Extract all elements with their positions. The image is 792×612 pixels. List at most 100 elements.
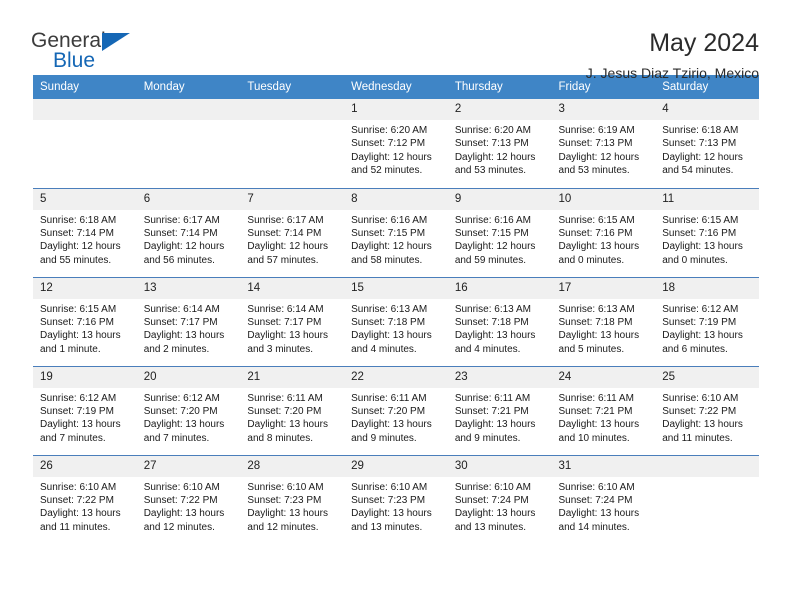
day-details: Sunrise: 6:18 AM Sunset: 7:14 PM Daylight:… [33,210,137,268]
sunrise-text: Sunrise: 6:15 AM [558,214,635,226]
calendar-day-cell[interactable]: 26 Sunrise: 6:10 AM Sunset: 7:22 PM Dayligh… [33,454,137,544]
sunrise-text: Sunrise: 6:10 AM [558,481,635,493]
logo-text-general: General [31,29,106,52]
day-details: Sunrise: 6:13 AM Sunset: 7:18 PM Daylight:… [552,299,656,357]
calendar-day-cell[interactable]: 10 Sunrise: 6:15 AM Sunset: 7:16 PM Dayligh… [551,187,656,277]
sunset-text: Sunset: 7:16 PM [558,227,633,239]
sunrise-text: Sunrise: 6:11 AM [558,392,634,404]
day-number: 11 [655,188,759,210]
daylight-text-line1: Daylight: 13 hours [40,508,121,520]
day-number: 24 [551,366,656,388]
calendar-day-cell[interactable]: 1 Sunrise: 6:20 AM Sunset: 7:12 PM Daylight… [344,99,448,188]
day-number: 10 [551,188,656,210]
calendar-day-cell[interactable]: 28 Sunrise: 6:10 AM Sunset: 7:23 PM Dayligh… [240,454,345,544]
calendar-day-cell[interactable]: 30 Sunrise: 6:10 AM Sunset: 7:24 PM Dayligh… [447,454,552,544]
daylight-text-line1: Daylight: 13 hours [662,330,743,342]
day-number: 29 [344,455,448,477]
calendar-day-cell[interactable]: 27 Sunrise: 6:10 AM Sunset: 7:22 PM Dayligh… [136,454,241,544]
sunrise-text: Sunrise: 6:18 AM [40,214,117,226]
daylight-text-line1: Daylight: 12 hours [454,241,536,253]
calendar-day-cell[interactable]: 29 Sunrise: 6:10 AM Sunset: 7:23 PM Dayligh… [344,454,448,544]
general-blue-logo[interactable]: General Blue [31,28,141,74]
day-details: Sunrise: 6:13 AM Sunset: 7:18 PM Daylight:… [344,299,448,357]
calendar-day-cell[interactable]: 7 Sunrise: 6:17 AM Sunset: 7:14 PM Daylight… [240,187,345,277]
day-details: Sunrise: 6:17 AM Sunset: 7:14 PM Daylight:… [137,210,241,268]
day-number [136,99,241,120]
daylight-text-line2: and 12 minutes. [143,521,215,533]
calendar-page: General Blue May 2024 J. Jesus Diaz Tzir… [0,0,792,612]
daylight-text-line2: and 2 minutes. [143,343,210,355]
calendar-day-cell[interactable]: 14 Sunrise: 6:14 AM Sunset: 7:17 PM Dayligh… [240,276,345,366]
calendar-day-cell[interactable]: 2 Sunrise: 6:20 AM Sunset: 7:13 PM Daylight… [447,99,552,188]
sunset-text: Sunset: 7:13 PM [558,138,633,150]
calendar-day-cell[interactable]: 20 Sunrise: 6:12 AM Sunset: 7:20 PM Dayligh… [136,365,241,455]
calendar-day-cell[interactable]: 25 Sunrise: 6:10 AM Sunset: 7:22 PM Dayligh… [655,365,759,455]
calendar-day-cell[interactable]: 13 Sunrise: 6:14 AM Sunset: 7:17 PM Dayligh… [136,276,241,366]
sunset-text: Sunset: 7:20 PM [143,405,218,417]
daylight-text-line2: and 13 minutes. [454,521,526,533]
calendar-day-cell-empty [33,99,137,188]
day-number: 8 [344,188,448,210]
calendar-day-cell[interactable]: 5 Sunrise: 6:18 AM Sunset: 7:14 PM Daylight… [33,187,137,277]
daylight-text-line1: Daylight: 13 hours [247,330,329,342]
sunset-text: Sunset: 7:15 PM [351,227,426,239]
calendar-day-cell[interactable]: 15 Sunrise: 6:13 AM Sunset: 7:18 PM Dayligh… [344,276,448,366]
daylight-text-line2: and 9 minutes. [454,432,521,444]
day-number: 3 [551,99,656,120]
sunrise-text: Sunrise: 6:12 AM [40,392,117,404]
daylight-text-line2: and 59 minutes. [454,254,526,266]
calendar-day-cell[interactable]: 17 Sunrise: 6:13 AM Sunset: 7:18 PM Dayligh… [551,276,656,366]
day-number [33,99,137,120]
calendar-day-cell[interactable]: 19 Sunrise: 6:12 AM Sunset: 7:19 PM Dayligh… [33,365,137,455]
daylight-text-line1: Daylight: 13 hours [454,508,536,520]
daylight-text-line1: Daylight: 12 hours [351,241,432,253]
calendar-day-cell[interactable]: 11 Sunrise: 6:15 AM Sunset: 7:16 PM Dayligh… [655,187,759,277]
title-block: May 2024 J. Jesus Diaz Tzirio, Mexico [586,28,759,82]
daylight-text-line2: and 53 minutes. [558,165,630,177]
sunset-text: Sunset: 7:18 PM [351,316,426,328]
calendar-day-cell[interactable]: 21 Sunrise: 6:11 AM Sunset: 7:20 PM Dayligh… [240,365,345,455]
daylight-text-line1: Daylight: 13 hours [558,241,640,253]
daylight-text-line1: Daylight: 13 hours [454,419,536,431]
day-details: Sunrise: 6:10 AM Sunset: 7:22 PM Daylight:… [137,477,241,535]
day-number: 7 [240,188,345,210]
daylight-text-line1: Daylight: 12 hours [351,151,432,163]
sunset-text: Sunset: 7:24 PM [454,494,529,506]
daylight-text-line1: Daylight: 13 hours [351,508,432,520]
sunrise-text: Sunrise: 6:11 AM [247,392,323,404]
daylight-text-line1: Daylight: 13 hours [40,330,121,342]
day-number: 16 [447,277,552,299]
sunrise-text: Sunrise: 6:10 AM [40,481,117,493]
day-details: Sunrise: 6:12 AM Sunset: 7:20 PM Daylight:… [137,388,241,446]
calendar-day-cell[interactable]: 4 Sunrise: 6:18 AM Sunset: 7:13 PM Daylight… [655,99,759,188]
calendar-day-cell[interactable]: 16 Sunrise: 6:13 AM Sunset: 7:18 PM Dayligh… [447,276,552,366]
calendar-day-cell[interactable]: 3 Sunrise: 6:19 AM Sunset: 7:13 PM Daylight… [551,99,656,188]
calendar-day-cell[interactable]: 22 Sunrise: 6:11 AM Sunset: 7:20 PM Dayligh… [344,365,448,455]
calendar-day-cell[interactable]: 23 Sunrise: 6:11 AM Sunset: 7:21 PM Dayligh… [447,365,552,455]
daylight-text-line2: and 9 minutes. [351,432,417,444]
day-number: 6 [136,188,241,210]
calendar-week-row: 19 Sunrise: 6:12 AM Sunset: 7:19 PM Dayligh… [33,365,759,455]
day-number: 25 [655,366,759,388]
day-number [240,99,345,120]
day-details: Sunrise: 6:16 AM Sunset: 7:15 PM Daylight:… [448,210,552,268]
calendar-day-cell[interactable]: 9 Sunrise: 6:16 AM Sunset: 7:15 PM Daylight… [447,187,552,277]
weekday-sunday: Sunday [33,75,137,99]
calendar-day-cell[interactable]: 31 Sunrise: 6:10 AM Sunset: 7:24 PM Dayligh… [551,454,656,544]
sunrise-text: Sunrise: 6:16 AM [351,214,428,226]
sunrise-text: Sunrise: 6:12 AM [143,392,220,404]
daylight-text-line2: and 54 minutes. [662,165,734,177]
calendar-day-cell[interactable]: 12 Sunrise: 6:15 AM Sunset: 7:16 PM Dayligh… [33,276,137,366]
sunset-text: Sunset: 7:16 PM [40,316,114,328]
calendar-day-cell[interactable]: 8 Sunrise: 6:16 AM Sunset: 7:15 PM Daylight… [344,187,448,277]
day-number: 12 [33,277,137,299]
daylight-text-line2: and 7 minutes. [143,432,210,444]
sunset-text: Sunset: 7:19 PM [40,405,114,417]
day-number: 20 [136,366,241,388]
sunrise-text: Sunrise: 6:10 AM [143,481,220,493]
day-details: Sunrise: 6:18 AM Sunset: 7:13 PM Daylight:… [655,120,759,178]
calendar-day-cell[interactable]: 24 Sunrise: 6:11 AM Sunset: 7:21 PM Dayligh… [551,365,656,455]
calendar-day-cell[interactable]: 6 Sunrise: 6:17 AM Sunset: 7:14 PM Daylight… [136,187,241,277]
calendar-day-cell[interactable]: 18 Sunrise: 6:12 AM Sunset: 7:19 PM Dayligh… [655,276,759,366]
daylight-text-line1: Daylight: 12 hours [40,241,121,253]
